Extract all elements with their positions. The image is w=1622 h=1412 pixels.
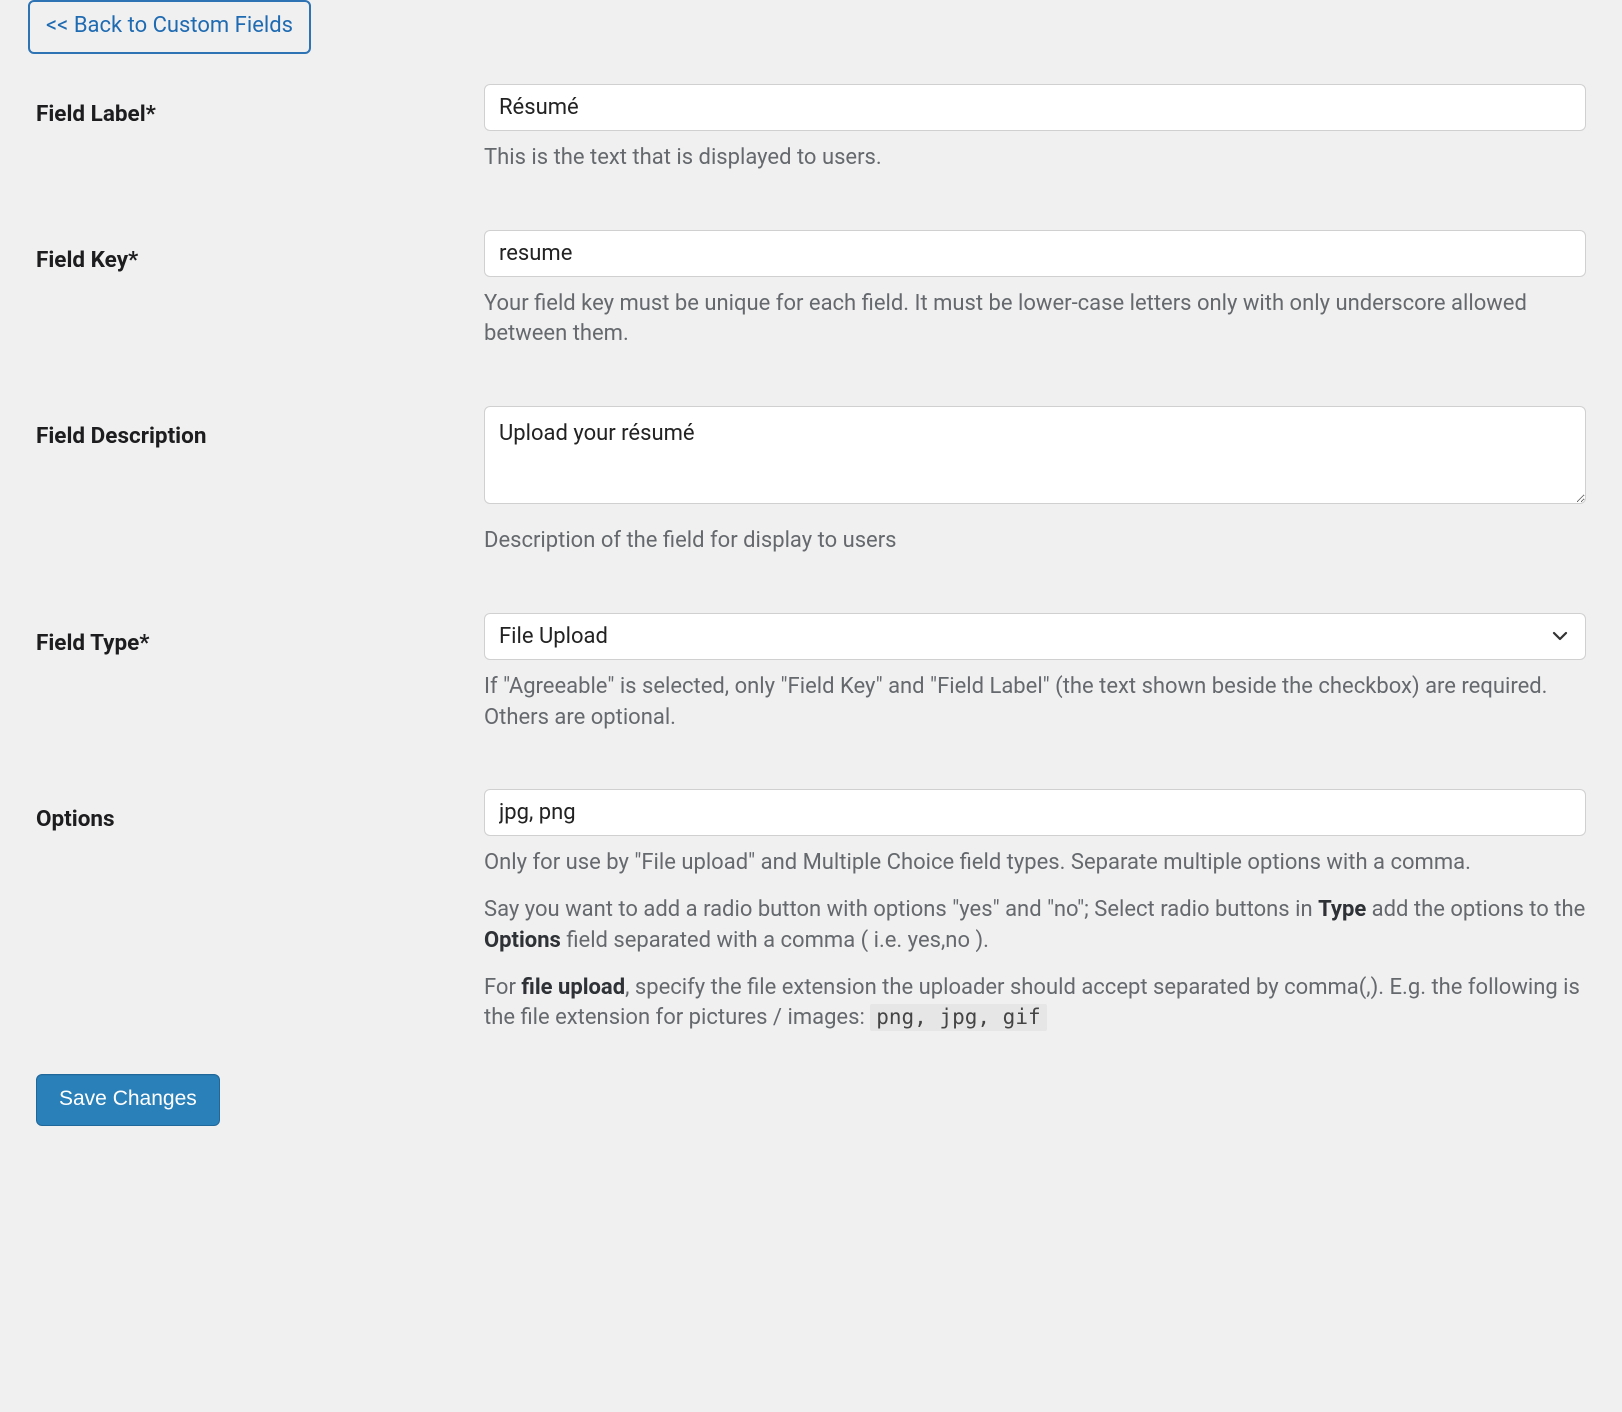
field-description-title: Field Description xyxy=(36,423,206,449)
field-key-input[interactable] xyxy=(484,230,1586,277)
options-help-1: Only for use by "File upload" and Multip… xyxy=(484,848,1586,879)
back-to-custom-fields-link[interactable]: << Back to Custom Fields xyxy=(28,0,311,54)
options-title: Options xyxy=(36,806,115,832)
field-description-input[interactable] xyxy=(484,406,1586,504)
field-key-help: Your field key must be unique for each f… xyxy=(484,289,1586,351)
row-field-label: Field Label* This is the text that is di… xyxy=(0,84,1622,174)
options-input[interactable] xyxy=(484,789,1586,836)
row-field-key: Field Key* Your field key must be unique… xyxy=(0,230,1622,351)
row-field-description: Field Description Description of the fie… xyxy=(0,406,1622,556)
field-type-select[interactable]: File Upload xyxy=(484,613,1586,660)
field-label-help: This is the text that is displayed to us… xyxy=(484,143,1586,174)
field-label-input[interactable] xyxy=(484,84,1586,131)
options-help-3: For file upload, specify the file extens… xyxy=(484,973,1586,1035)
save-changes-button[interactable]: Save Changes xyxy=(36,1074,220,1126)
field-key-title: Field Key* xyxy=(36,247,138,273)
field-type-help: If "Agreeable" is selected, only "Field … xyxy=(484,672,1586,734)
field-type-title: Field Type* xyxy=(36,630,150,656)
field-label-title: Field Label* xyxy=(36,101,156,127)
row-options: Options Only for use by "File upload" an… xyxy=(0,789,1622,1034)
field-description-help: Description of the field for display to … xyxy=(484,526,1586,557)
options-help-2: Say you want to add a radio button with … xyxy=(484,895,1586,957)
row-field-type: Field Type* File Upload If "Agreeable" i… xyxy=(0,613,1622,734)
